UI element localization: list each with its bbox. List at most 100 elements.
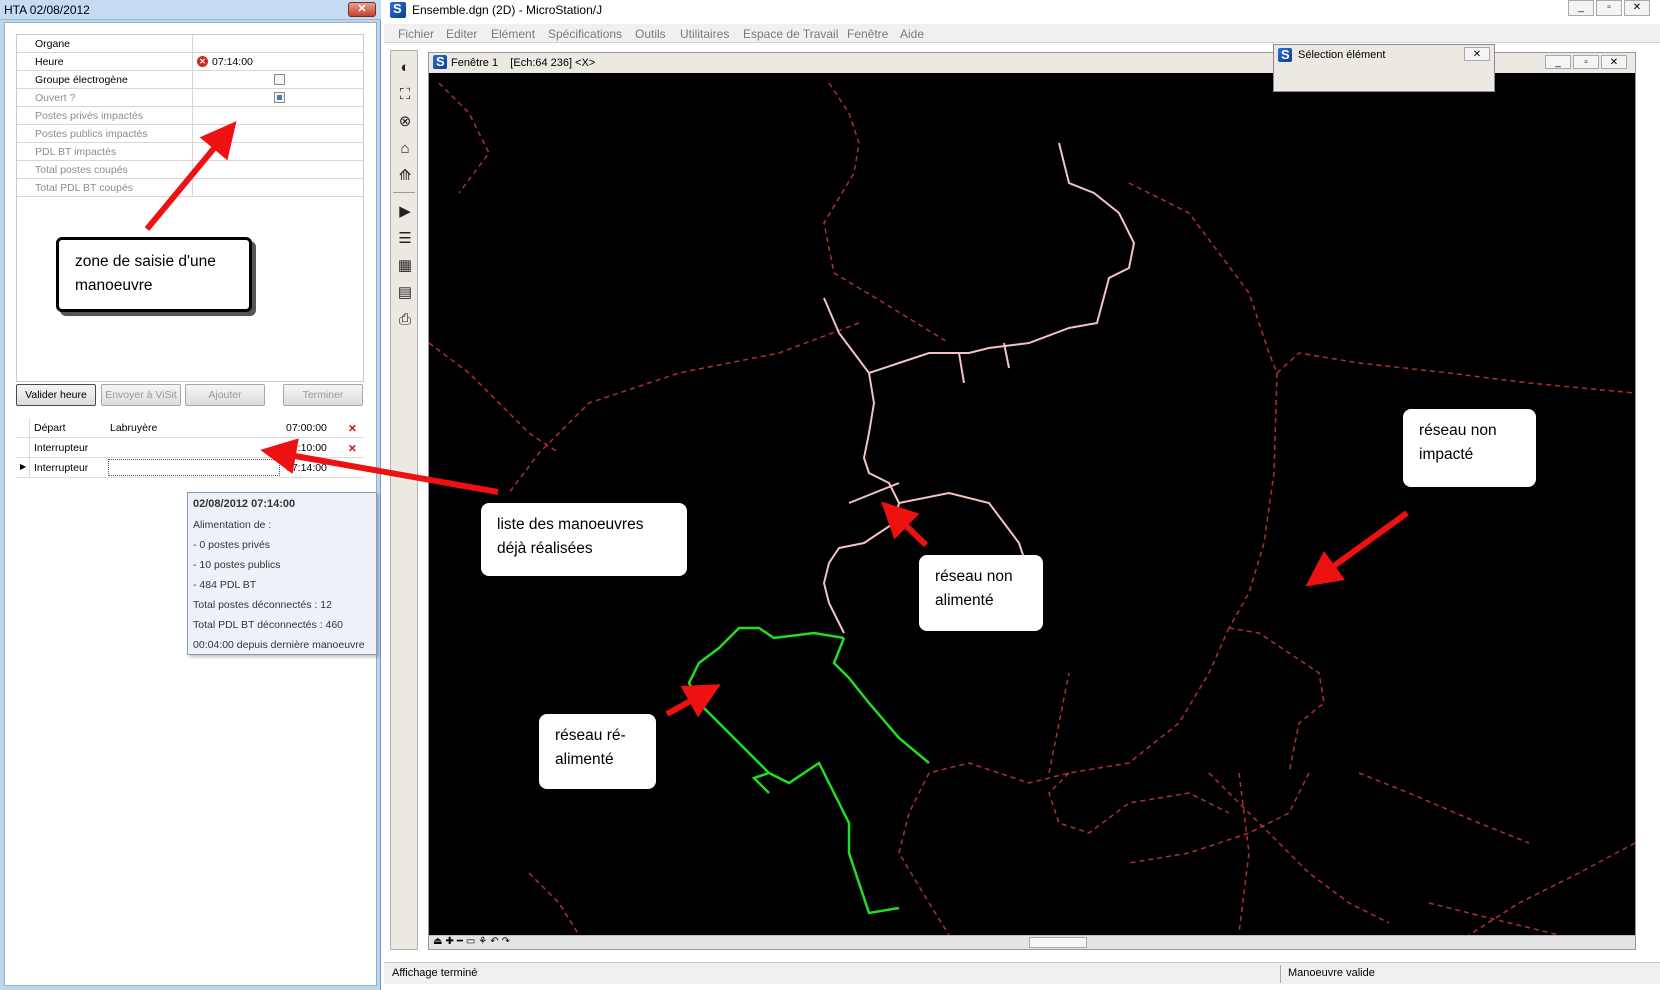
- network-segment: [687, 626, 900, 915]
- row-header: [16, 438, 30, 458]
- view-close-button[interactable]: ✕: [1601, 55, 1627, 69]
- menu-editer[interactable]: Editer: [446, 27, 477, 41]
- network-segment: [1276, 352, 1635, 394]
- tooltip-line: - 0 postes privés: [193, 539, 271, 551]
- field-label: Heure: [35, 56, 64, 68]
- menu-espace-de-travail[interactable]: Espace de Travail: [743, 27, 838, 41]
- print-tool-icon[interactable]: ⎙: [394, 309, 416, 331]
- maneuver-row-selected[interactable]: ▶ Interrupteur 07:14:00: [16, 458, 364, 478]
- field-total-postes: Total postes coupés: [17, 161, 363, 179]
- callout-not-supplied: réseau non alimenté: [919, 555, 1043, 631]
- add-button[interactable]: Ajouter: [185, 384, 265, 406]
- view-title: Fenêtre 1 [Ech:64 236] <X>: [451, 57, 596, 69]
- building-tool-icon[interactable]: ⌂: [394, 138, 416, 160]
- send-to-visit-button[interactable]: Envoyer à ViSit: [101, 384, 181, 406]
- network-segment: [822, 502, 900, 634]
- maneuver-row[interactable]: Interrupteur 07:10:00 ✕: [16, 438, 364, 458]
- field-pdl-bt: PDL BT impactés: [17, 143, 363, 161]
- field-value-cell: [192, 125, 363, 142]
- menu-aide[interactable]: Aide: [900, 27, 924, 41]
- network-segment: [429, 342, 560, 454]
- field-postes-publics: Postes publics impactés: [17, 125, 363, 143]
- maneuver-name-cell[interactable]: [108, 459, 280, 476]
- menu-fenetre[interactable]: Fenêtre: [847, 27, 888, 41]
- microstation-logo-icon: [390, 1, 406, 18]
- field-value-cell: [192, 71, 363, 88]
- report-tool-icon[interactable]: ▤: [394, 282, 416, 304]
- network-tool-icon[interactable]: ⟰: [394, 165, 416, 187]
- tooltip-line: Total postes déconnectés : 12: [193, 599, 332, 611]
- select-tool-icon[interactable]: ◐: [394, 57, 416, 79]
- selection-dialog: Sélection élément ✕: [1273, 44, 1495, 92]
- network-segment: [1128, 182, 1278, 374]
- status-left: Affichage terminé: [392, 967, 478, 979]
- locate-tool-icon[interactable]: ⊗: [394, 111, 416, 133]
- field-label: Organe: [35, 38, 71, 50]
- field-groupe-electrogene[interactable]: Groupe électrogène: [17, 71, 363, 89]
- close-button[interactable]: ✕: [348, 2, 376, 17]
- callout-not-impacted: réseau non impacté: [1403, 409, 1536, 487]
- switch-tool-icon[interactable]: ▶: [394, 201, 416, 223]
- fit-view-icon[interactable]: ⛶: [394, 84, 416, 106]
- maneuver-tooltip: 02/08/2012 07:14:00 Alimentation de : - …: [187, 492, 377, 655]
- table-tool-icon[interactable]: ▦: [394, 255, 416, 277]
- view-control-icons[interactable]: ⏏✚━▭⚘↶↷: [433, 936, 513, 947]
- groupe-electrogene-checkbox[interactable]: [274, 74, 285, 85]
- field-label: Ouvert ?: [35, 92, 76, 104]
- menu-element[interactable]: Elément: [491, 27, 535, 41]
- network-segment: [1468, 842, 1635, 935]
- tool-palette: ◐ ⛶ ⊗ ⌂ ⟰ ▶ ☰ ▦ ▤ ⎙: [390, 50, 418, 950]
- heure-input[interactable]: ✕ 07:14:00: [192, 53, 363, 70]
- delete-icon[interactable]: ✕: [348, 442, 357, 457]
- menu-outils[interactable]: Outils: [635, 27, 666, 41]
- network-segment: [823, 297, 870, 374]
- menu-specifications[interactable]: Spécifications: [548, 27, 622, 41]
- callout-entry-zone: zone de saisie d'une manoeuvre: [56, 237, 252, 312]
- tooltip-line: - 10 postes publics: [193, 559, 281, 571]
- row-header: [16, 418, 30, 438]
- tool-separator: [393, 192, 415, 193]
- minimize-button[interactable]: _: [1568, 0, 1594, 16]
- maneuver-type: Interrupteur: [34, 442, 89, 454]
- maneuver-time: 07:10:00: [286, 442, 327, 454]
- network-segment: [868, 142, 1136, 374]
- status-right: Manoeuvre valide: [1288, 967, 1375, 979]
- field-organe[interactable]: Organe: [17, 35, 363, 53]
- view-maximize-button[interactable]: ▫: [1573, 55, 1599, 69]
- close-window-button[interactable]: ✕: [1624, 0, 1650, 16]
- maneuver-name: Labruyère: [110, 422, 158, 434]
- field-heure[interactable]: Heure ✕ 07:14:00: [17, 53, 363, 71]
- app-title: Ensemble.dgn (2D) - MicroStation/J: [412, 3, 603, 17]
- maneuver-row[interactable]: Départ Labruyère 07:00:00 ✕: [16, 418, 364, 438]
- dialog-close-button[interactable]: ✕: [1464, 47, 1490, 61]
- validate-time-button[interactable]: Valider heure: [16, 384, 96, 406]
- field-label: Groupe électrogène: [35, 74, 128, 86]
- delete-icon[interactable]: ✕: [348, 422, 357, 437]
- list-tool-icon[interactable]: ☰: [394, 228, 416, 250]
- field-ouvert[interactable]: Ouvert ?: [17, 89, 363, 107]
- finish-button[interactable]: Terminer: [283, 384, 363, 406]
- menu-utilitaires[interactable]: Utilitaires: [680, 27, 729, 41]
- menu-fichier[interactable]: Fichier: [398, 27, 434, 41]
- network-segment: [1228, 372, 1278, 629]
- callout-resupplied: réseau ré-alimenté: [539, 714, 656, 789]
- view-minimize-button[interactable]: _: [1545, 55, 1571, 69]
- network-segment: [848, 482, 900, 504]
- network-segment: [1358, 772, 1530, 844]
- maneuver-time: 07:14:00: [286, 462, 327, 474]
- callout-done-list: liste des manoeuvres déjà réalisées: [481, 503, 687, 576]
- dialog-logo-icon: [1278, 47, 1292, 62]
- network-resupplied: [687, 626, 930, 915]
- field-label: Total postes coupés: [35, 164, 128, 176]
- hta-window-titlebar: HTA 02/08/2012 ✕: [0, 0, 381, 20]
- scrollbar-thumb[interactable]: [1029, 937, 1087, 948]
- organe-input[interactable]: [192, 35, 363, 52]
- network-segment: [832, 637, 930, 764]
- ouvert-checkbox[interactable]: [274, 92, 285, 103]
- network-segment: [508, 322, 860, 494]
- maximize-button[interactable]: ▫: [1596, 0, 1622, 16]
- network-segment: [958, 352, 965, 384]
- maneuver-type: Interrupteur: [34, 462, 89, 474]
- view-scrollbar[interactable]: ⏏✚━▭⚘↶↷: [429, 935, 1635, 949]
- network-segment: [1238, 772, 1250, 934]
